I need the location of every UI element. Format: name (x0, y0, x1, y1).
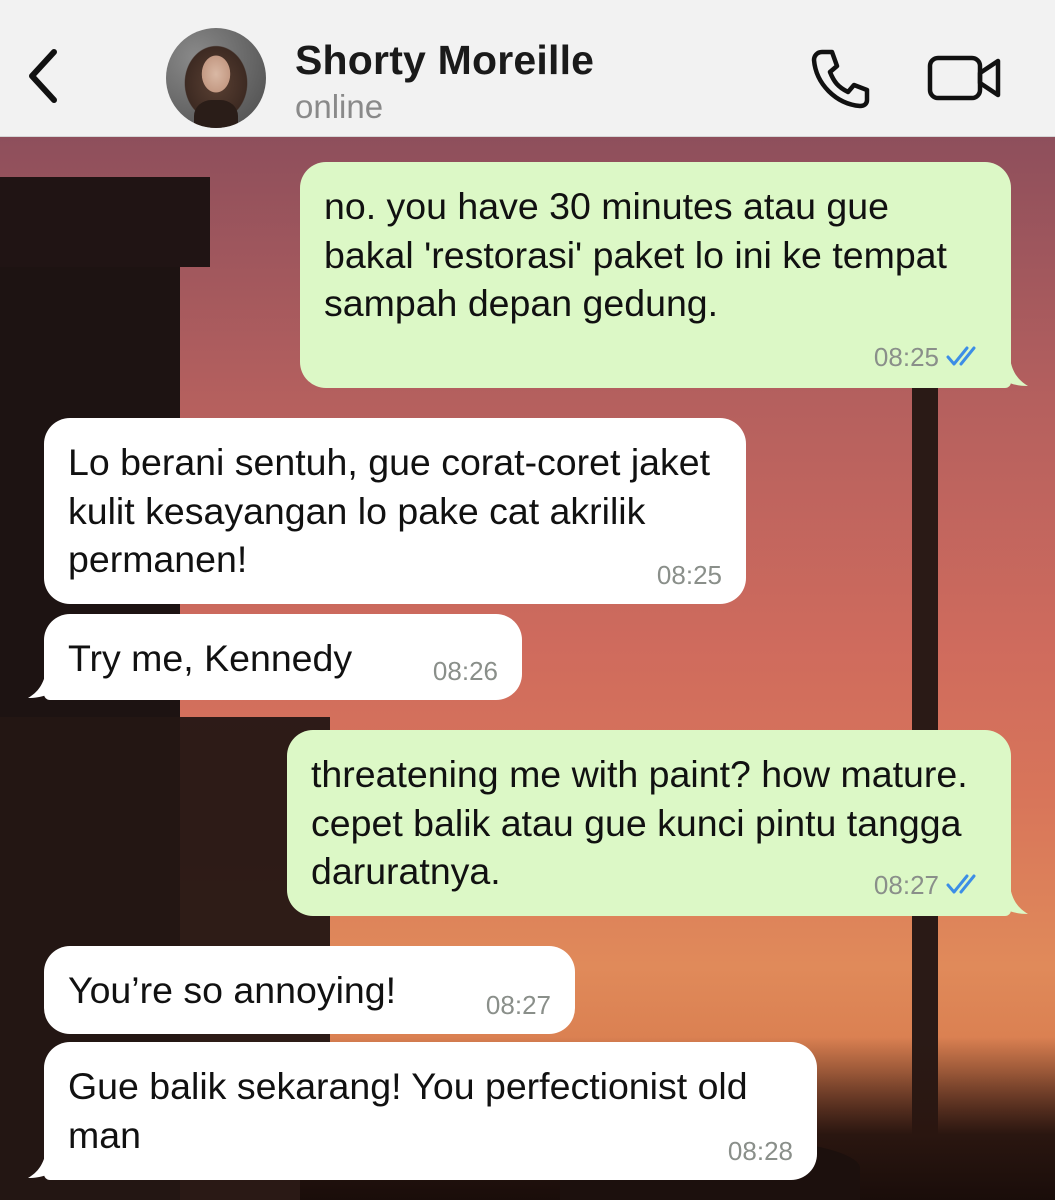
message-time: 08:25 (874, 342, 985, 374)
phone-icon[interactable] (808, 46, 872, 110)
bubble-tail (28, 670, 56, 698)
message-text: Lo berani sentuh, gue corat-coret jaket … (68, 441, 711, 580)
message-text: no. you have 30 minutes atau gue bakal '… (324, 185, 947, 324)
back-chevron-icon[interactable] (22, 44, 66, 108)
message-time: 08:27 (874, 870, 985, 902)
contact-name[interactable]: Shorty Moreille (295, 37, 594, 84)
message-time: 08:28 (727, 1136, 793, 1166)
video-camera-icon[interactable] (926, 52, 1004, 104)
double-check-read-icon (945, 344, 985, 374)
message-outgoing[interactable]: no. you have 30 minutes atau gue bakal '… (300, 162, 1011, 388)
message-time: 08:27 (485, 990, 551, 1020)
bubble-tail (1000, 886, 1028, 914)
wallpaper-roof-silhouette (0, 177, 210, 267)
message-incoming[interactable]: Lo berani sentuh, gue corat-coret jaket … (44, 418, 746, 604)
bubble-tail (1000, 358, 1028, 386)
message-time: 08:25 (656, 560, 722, 590)
avatar[interactable] (166, 28, 266, 128)
message-time: 08:26 (432, 656, 498, 686)
message-incoming[interactable]: You’re so annoying! 08:27 (44, 946, 575, 1034)
chat-header: Shorty Moreille online (0, 0, 1055, 137)
double-check-read-icon (945, 872, 985, 902)
message-text: Gue balik sekarang! You perfectionist ol… (68, 1065, 748, 1156)
message-text: You’re so annoying! (68, 969, 397, 1011)
message-outgoing[interactable]: threatening me with paint? how mature. c… (287, 730, 1011, 916)
message-incoming[interactable]: Gue balik sekarang! You perfectionist ol… (44, 1042, 817, 1180)
bubble-tail (28, 1150, 56, 1178)
message-incoming[interactable]: Try me, Kennedy 08:26 (44, 614, 522, 700)
contact-status: online (295, 88, 384, 125)
